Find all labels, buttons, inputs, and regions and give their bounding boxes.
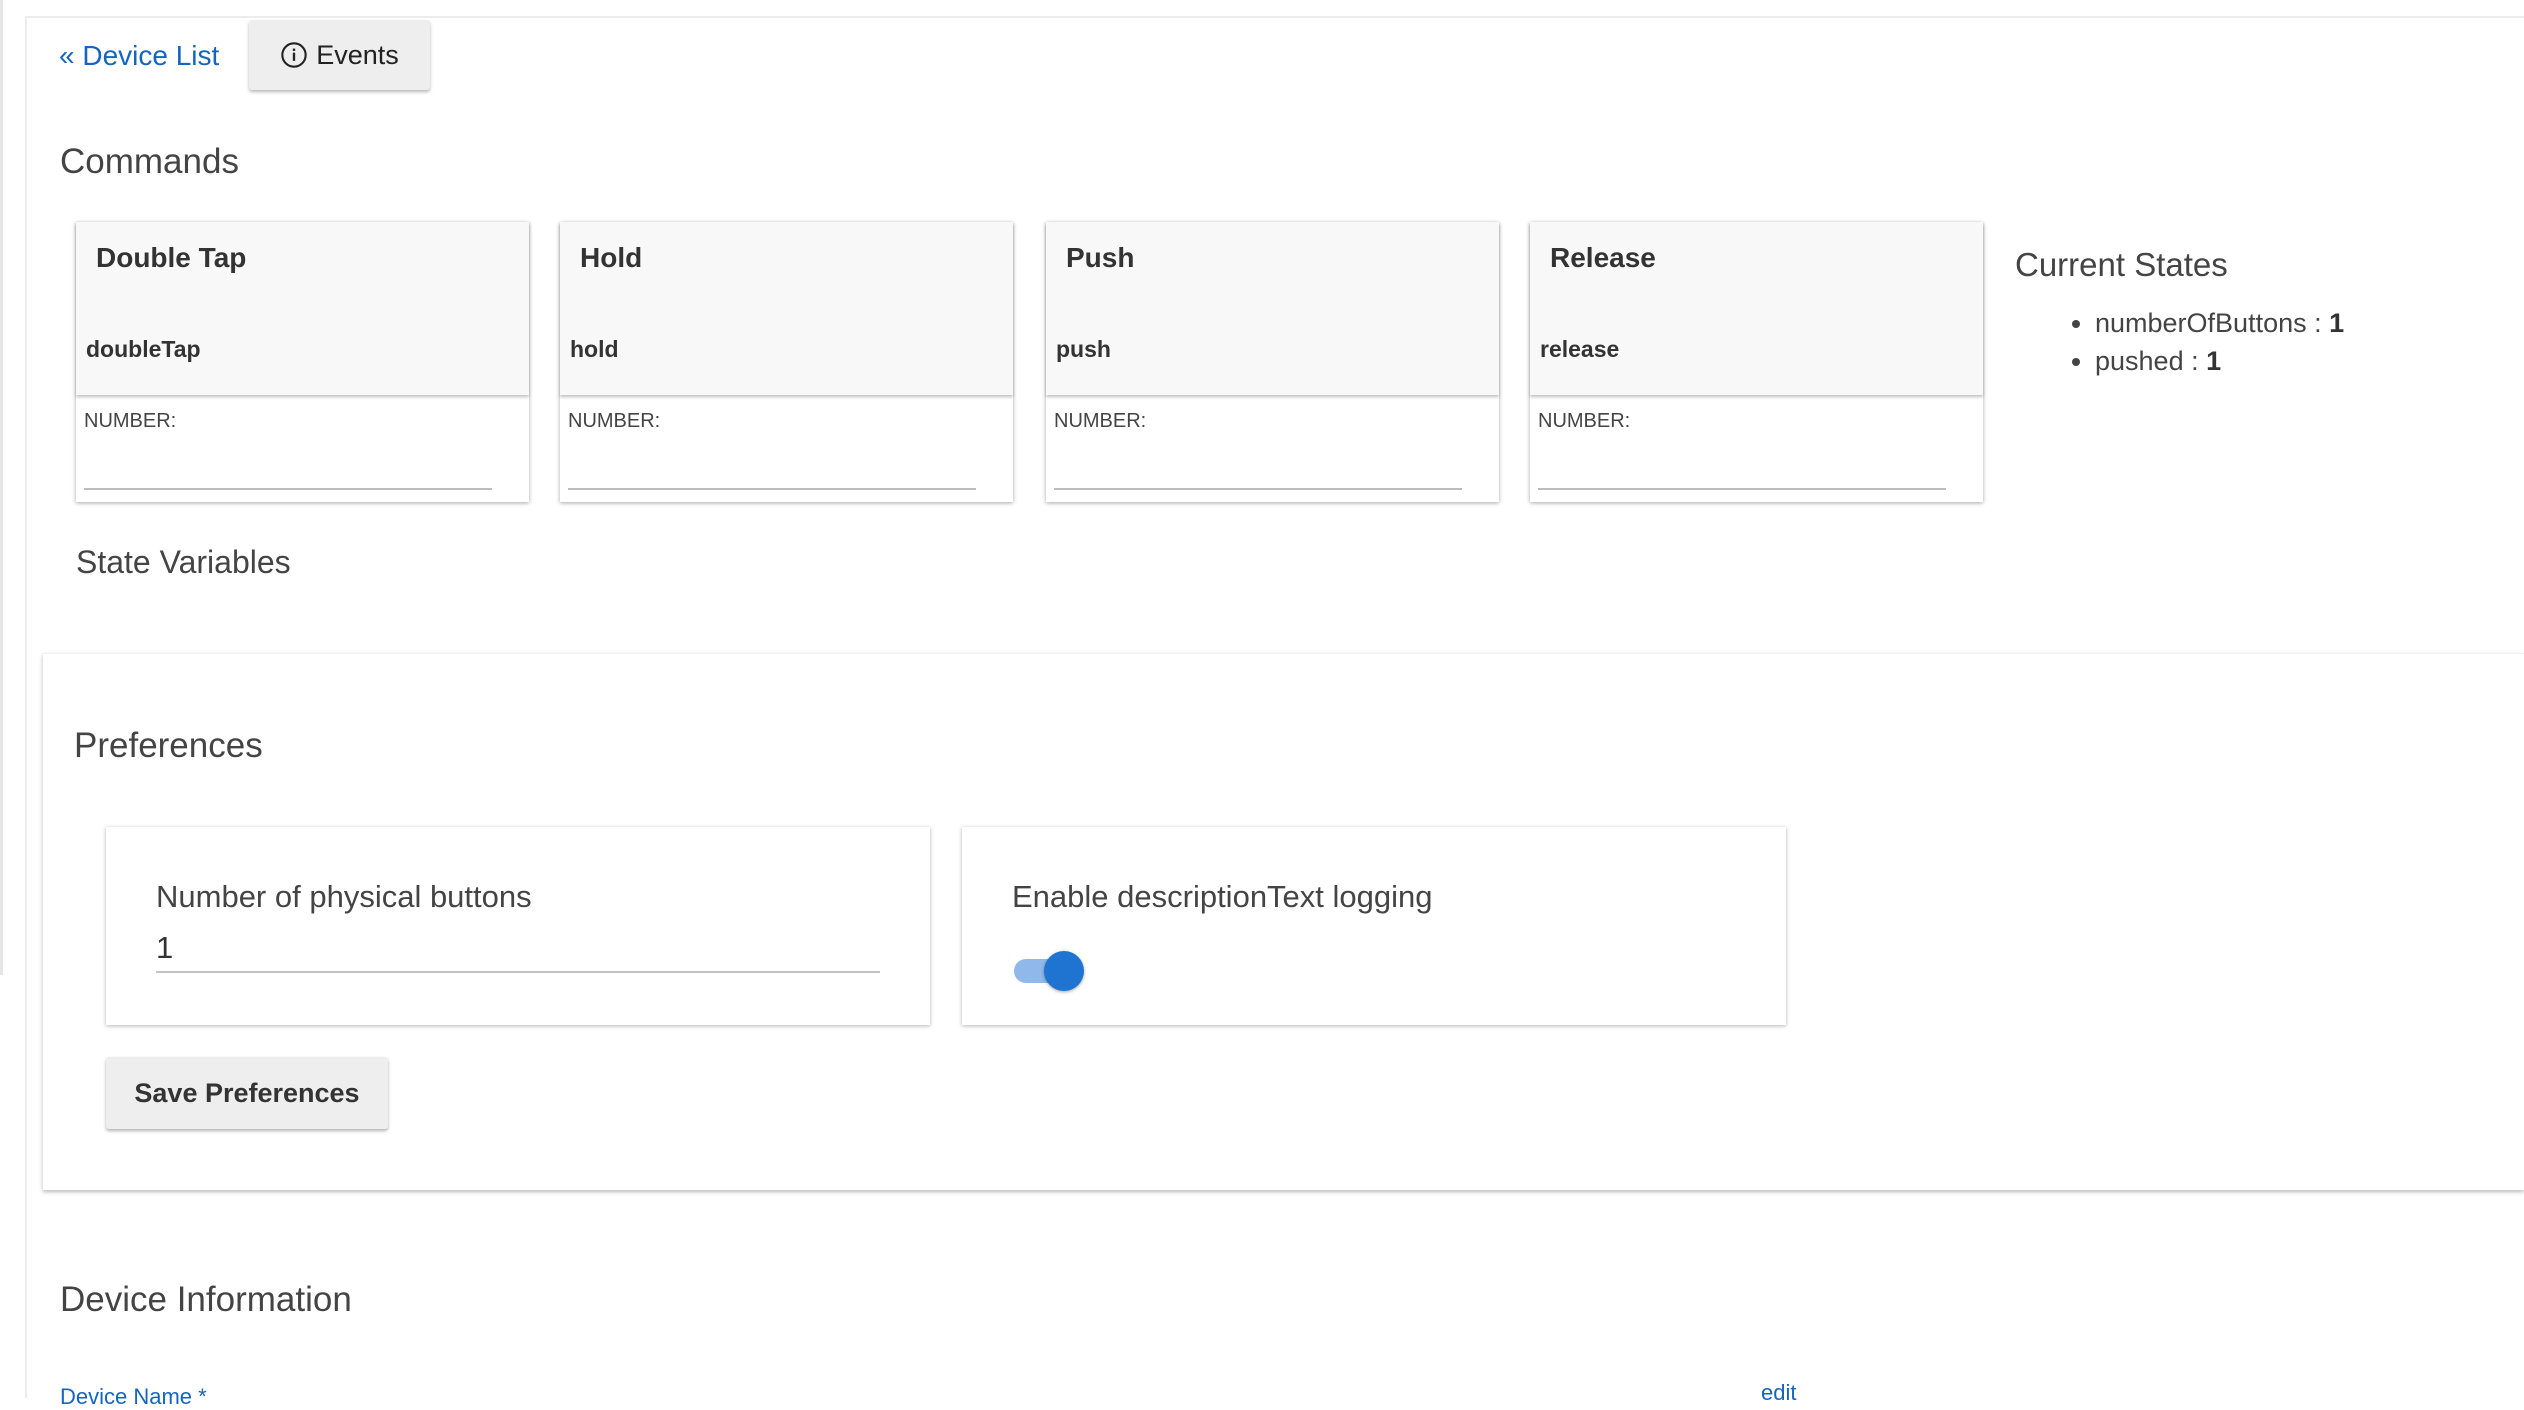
events-button-label: Events — [316, 39, 399, 70]
preferences-panel: Preferences Number of physical buttons E… — [43, 653, 2524, 1190]
double-tap-number-input[interactable] — [84, 454, 492, 490]
param-label: NUMBER: — [568, 410, 661, 432]
pref-card-description-logging: Enable descriptionText logging — [962, 827, 1786, 1025]
commands-title: Commands — [60, 142, 239, 181]
save-preferences-button[interactable]: Save Preferences — [106, 1057, 388, 1129]
number-of-buttons-input[interactable] — [156, 925, 880, 973]
state-name: numberOfButtons — [2095, 308, 2307, 338]
device-name-label: Device Name * — [60, 1384, 207, 1409]
sidebar-edge — [0, 0, 3, 975]
command-button-release[interactable]: Release release — [1530, 222, 1983, 395]
pref-card-number-of-buttons: Number of physical buttons — [106, 827, 930, 1025]
edit-device-name-link[interactable]: edit — [1761, 1380, 1796, 1406]
param-label: NUMBER: — [84, 410, 177, 432]
current-states-title: Current States — [2015, 246, 2228, 283]
current-states-list: numberOfButtons : 1 pushed : 1 — [2015, 304, 2344, 380]
state-separator: : — [2306, 308, 2330, 338]
current-states: Current States numberOfButtons : 1 pushe… — [2015, 246, 2344, 380]
command-card-hold: Hold hold NUMBER: — [560, 222, 1013, 502]
device-list-link[interactable]: « Device List — [59, 40, 219, 72]
push-number-input[interactable] — [1054, 454, 1462, 490]
command-method: doubleTap — [86, 336, 201, 362]
state-separator: : — [2183, 346, 2207, 376]
command-name: Push — [1066, 242, 1135, 273]
command-button-push[interactable]: Push push — [1046, 222, 1499, 395]
state-value: 1 — [2206, 346, 2222, 376]
device-information-title: Device Information — [60, 1280, 352, 1319]
command-button-double-tap[interactable]: Double Tap doubleTap — [76, 222, 529, 395]
command-name: Double Tap — [96, 242, 247, 273]
toggle-knob — [1044, 951, 1084, 991]
command-card-push: Push push NUMBER: — [1046, 222, 1499, 502]
hold-number-input[interactable] — [568, 454, 976, 490]
description-logging-toggle[interactable] — [1012, 949, 1086, 993]
number-of-buttons-label: Number of physical buttons — [156, 879, 532, 914]
command-card-release: Release release NUMBER: — [1530, 222, 1983, 502]
state-name: pushed — [2095, 346, 2184, 376]
param-label: NUMBER: — [1054, 410, 1147, 432]
command-method: release — [1540, 336, 1620, 362]
description-logging-label: Enable descriptionText logging — [1012, 879, 1433, 914]
command-method: hold — [570, 336, 619, 362]
command-button-hold[interactable]: Hold hold — [560, 222, 1013, 395]
command-name: Hold — [580, 242, 643, 273]
param-label: NUMBER: — [1538, 410, 1631, 432]
command-method: push — [1056, 336, 1111, 362]
state-value: 1 — [2329, 308, 2345, 338]
state-item: numberOfButtons : 1 — [2095, 304, 2344, 342]
info-icon — [281, 42, 307, 68]
command-card-double-tap: Double Tap doubleTap NUMBER: — [76, 222, 529, 502]
command-name: Release — [1550, 242, 1656, 273]
state-item: pushed : 1 — [2095, 342, 2344, 380]
release-number-input[interactable] — [1538, 454, 1946, 490]
events-button[interactable]: Events — [249, 20, 430, 90]
preferences-title: Preferences — [74, 726, 263, 765]
state-variables-title: State Variables — [76, 544, 291, 580]
